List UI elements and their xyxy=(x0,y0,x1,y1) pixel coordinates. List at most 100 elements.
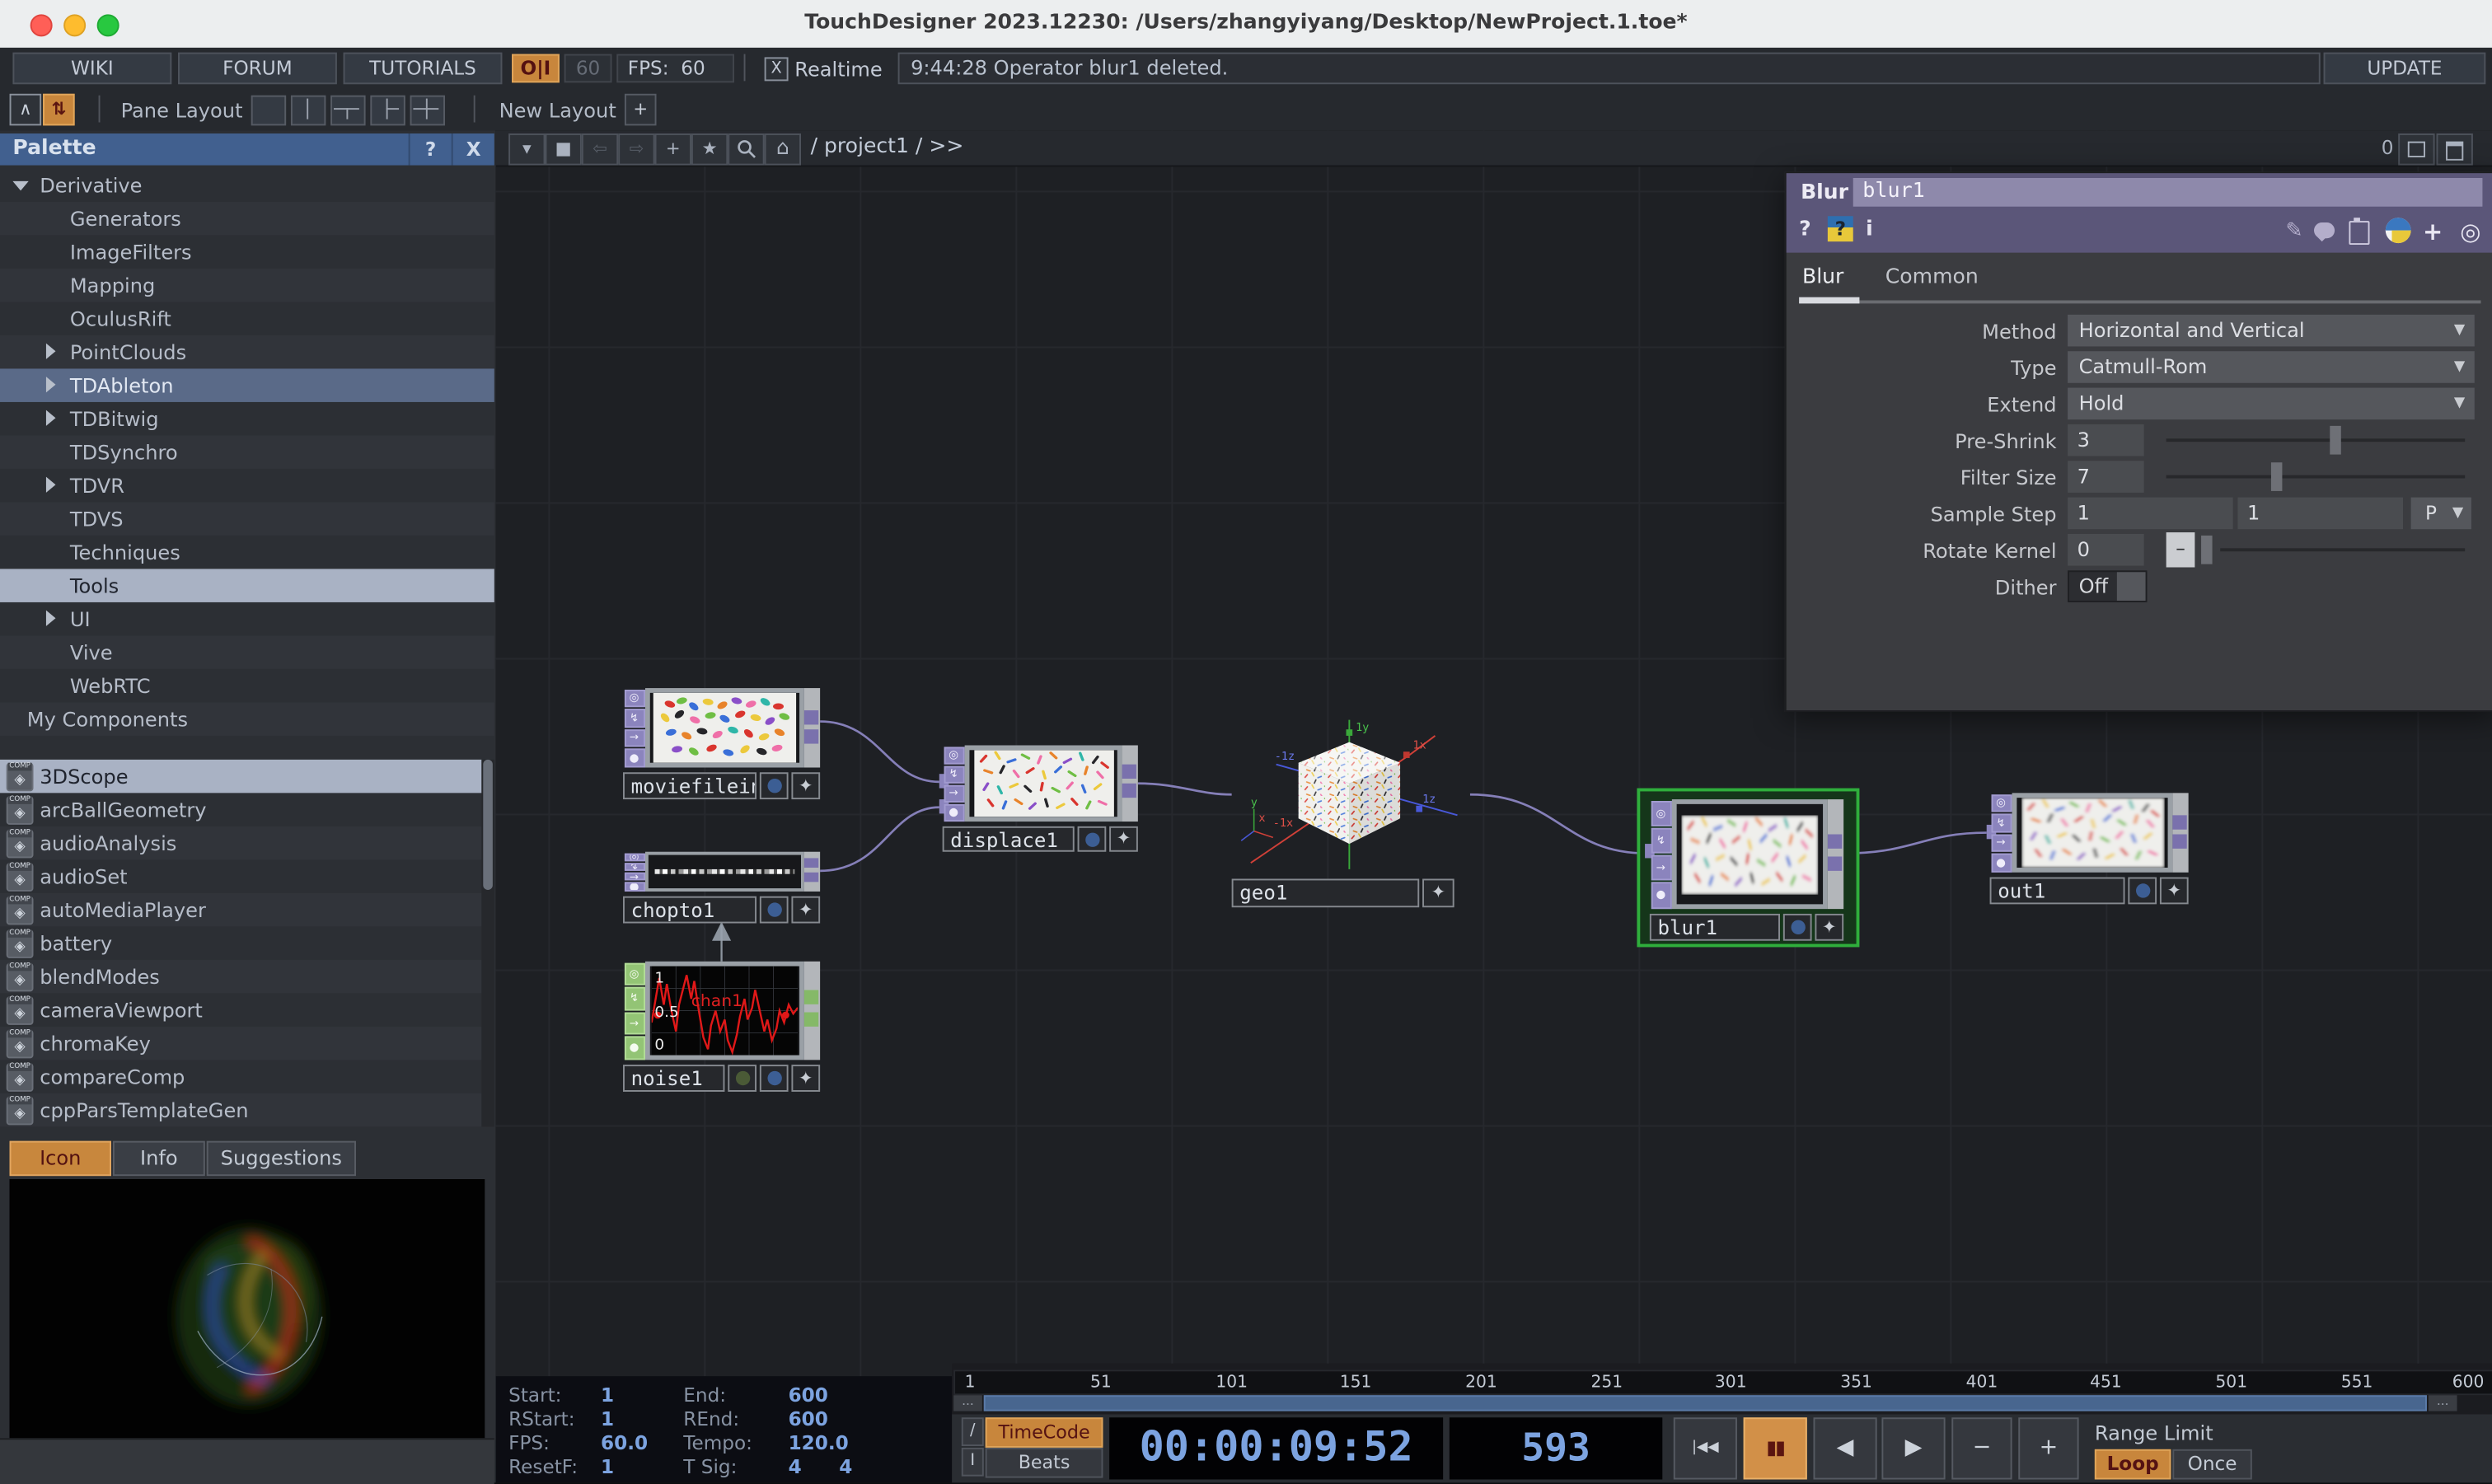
network-path-breadcrumb[interactable]: / project1 / >> xyxy=(811,135,964,159)
node-flags[interactable]: ◎↯ →● xyxy=(1650,799,1672,909)
timeline-settings[interactable]: Start:1 End:600 RStart:1 REnd:600 FPS:60… xyxy=(496,1376,953,1482)
home-button[interactable]: ⌂ xyxy=(765,133,801,166)
fps-indicator[interactable]: FPS: 60 xyxy=(616,54,734,83)
node-name[interactable]: displace1 xyxy=(943,826,1075,852)
component-arcballgeometry[interactable]: COMP◈arcBallGeometry xyxy=(0,793,481,826)
new-layout-add-button[interactable]: + xyxy=(625,94,657,126)
rotatekernel-field[interactable]: 0 xyxy=(2068,534,2144,566)
operator-name-field[interactable]: blur1 xyxy=(1853,178,2483,207)
collapse-panel-button[interactable]: ∧ xyxy=(10,94,42,126)
tree-item-tdableton[interactable]: TDAbleton xyxy=(0,368,494,402)
node-viewer[interactable] xyxy=(965,745,1122,822)
rotatekernel-slider[interactable] xyxy=(2220,548,2465,551)
split-pane-button[interactable] xyxy=(2436,133,2472,166)
node-geo1[interactable]: 1y 1x -1z 1z y x -1x geo1 ✦ xyxy=(1232,710,1473,885)
tutorials-button[interactable]: TUTORIALS xyxy=(344,53,503,85)
info-icon[interactable]: i xyxy=(1866,218,1873,241)
forum-button[interactable]: FORUM xyxy=(178,53,337,85)
pause-button[interactable]: ▮▮ xyxy=(1744,1417,1807,1479)
parameter-mode-icon[interactable]: ◎ xyxy=(2460,218,2480,246)
copy-parameters-icon[interactable] xyxy=(2349,221,2369,245)
tree-item-imagefilters[interactable]: ImageFilters xyxy=(0,235,494,269)
node-outputs[interactable] xyxy=(1122,745,1138,822)
rotatekernel-slider-thumb[interactable] xyxy=(2201,536,2213,564)
filtersize-slider[interactable] xyxy=(2166,475,2466,479)
range-bar[interactable] xyxy=(984,1395,2427,1411)
extend-dropdown[interactable]: Hold▼ xyxy=(2068,388,2475,420)
tab-info[interactable]: Info xyxy=(113,1141,205,1176)
tree-item-techniques[interactable]: Techniques xyxy=(0,536,494,569)
anchor-pane-button[interactable]: ⇅ xyxy=(43,94,75,126)
add-operator-button[interactable]: + xyxy=(655,133,691,166)
tree-item-tdvs[interactable]: TDVS xyxy=(0,502,494,536)
node-viewer[interactable]: 1 0.5 0 chan1 xyxy=(645,962,804,1060)
layout-split-button[interactable] xyxy=(370,96,405,126)
timeline-ruler[interactable]: 151 101151 201251 301351 401451 501551 6… xyxy=(953,1369,2492,1395)
filtersize-field[interactable]: 7 xyxy=(2068,461,2144,493)
add-parameter-icon[interactable]: + xyxy=(2423,218,2443,246)
help-icon[interactable]: ? xyxy=(1799,218,1811,241)
node-noise1[interactable]: ◎↯ →● 1 0.5 0 chan xyxy=(623,962,820,1060)
update-button[interactable]: UPDATE xyxy=(2324,53,2486,85)
samplestep-x-field[interactable]: 1 xyxy=(2068,498,2233,530)
wiki-button[interactable]: WIKI xyxy=(12,53,171,85)
tree-item-tdvr[interactable]: TDVR xyxy=(0,469,494,503)
step-back-button[interactable]: − xyxy=(1951,1417,2012,1479)
dither-toggle[interactable]: Off xyxy=(2068,570,2147,602)
tree-item-vive[interactable]: Vive xyxy=(0,635,494,669)
type-dropdown[interactable]: Catmull-Rom▼ xyxy=(2068,351,2475,383)
component-battery[interactable]: COMP◈battery xyxy=(0,926,481,960)
node-flags[interactable]: ◎↯ →● xyxy=(623,962,645,1060)
tab-suggestions[interactable]: Suggestions xyxy=(207,1141,356,1176)
tree-item-mapping[interactable]: Mapping xyxy=(0,269,494,302)
nav-back-button[interactable]: ⇦ xyxy=(582,133,618,166)
loop-button[interactable]: Loop xyxy=(2095,1449,2171,1480)
node-star-icon[interactable]: ✦ xyxy=(791,896,820,924)
play-forward-button[interactable]: ▶ xyxy=(1881,1417,1945,1479)
node-flags[interactable]: ◎↯ →● xyxy=(623,688,645,767)
node-flags[interactable]: ◎↯ →● xyxy=(623,852,645,892)
jump-to-start-button[interactable]: |◀◀ xyxy=(1674,1417,1737,1479)
tree-item-webrtc[interactable]: WebRTC xyxy=(0,669,494,703)
node-outputs[interactable] xyxy=(804,852,820,892)
node-blur1[interactable]: ◎↯ →● blur1 ✦ xyxy=(1650,799,1843,909)
layout-single-button[interactable] xyxy=(251,96,286,126)
palette-close-button[interactable]: X xyxy=(452,133,494,166)
language-help-icon[interactable]: ? xyxy=(1828,216,1853,241)
component-cppparstemplategen[interactable]: COMP◈cppParsTemplateGen xyxy=(0,1093,481,1127)
step-forward-button[interactable]: + xyxy=(2018,1417,2078,1479)
node-outputs[interactable] xyxy=(804,688,820,767)
oi-toggle[interactable]: O|I xyxy=(512,54,560,83)
pane-menu-button[interactable]: ▾ xyxy=(508,133,545,166)
component-3dscope[interactable]: COMP◈3DScope xyxy=(0,760,481,793)
node-outputs[interactable] xyxy=(2172,793,2188,872)
node-outputs[interactable] xyxy=(1828,799,1843,909)
range-end-grip[interactable]: ... xyxy=(2429,1395,2457,1411)
layout-two-row-button[interactable] xyxy=(330,96,365,126)
samplestep-unit-dropdown[interactable]: P▼ xyxy=(2411,498,2471,530)
realtime-checkbox[interactable]: X xyxy=(765,57,789,81)
node-viewer[interactable] xyxy=(645,852,804,892)
node-name[interactable]: blur1 xyxy=(1650,914,1780,941)
node-chopto1[interactable]: ◎↯ →● chopto1 ✦ xyxy=(623,852,820,892)
node-display-toggle[interactable] xyxy=(760,1065,789,1092)
python-expressions-icon[interactable] xyxy=(2386,218,2411,243)
layout-two-col-button[interactable] xyxy=(291,96,326,126)
node-flags[interactable]: ◎↯ →● xyxy=(1990,793,2012,872)
method-dropdown[interactable]: Horizontal and Vertical▼ xyxy=(2068,315,2475,347)
node-star-icon[interactable]: ✦ xyxy=(2160,878,2189,905)
status-message[interactable]: 9:44:28 Operator blur1 deleted. xyxy=(898,53,2321,85)
component-blendmodes[interactable]: COMP◈blendModes xyxy=(0,960,481,994)
component-audioanalysis[interactable]: COMP◈audioAnalysis xyxy=(0,826,481,859)
once-button[interactable]: Once xyxy=(2172,1449,2251,1480)
node-export-toggle[interactable] xyxy=(728,1065,756,1092)
range-start-grip[interactable]: ... xyxy=(953,1395,982,1411)
tree-item-generators[interactable]: Generators xyxy=(0,202,494,236)
maximize-pane-button[interactable] xyxy=(2398,133,2434,166)
time-i-button[interactable]: I xyxy=(962,1448,984,1477)
node-name[interactable]: noise1 xyxy=(623,1065,724,1092)
samplestep-y-field[interactable]: 1 xyxy=(2237,498,2403,530)
node-display-toggle[interactable] xyxy=(760,772,789,799)
node-star-icon[interactable]: ✦ xyxy=(1815,914,1843,941)
tab-blur[interactable]: Blur xyxy=(1802,265,1843,289)
